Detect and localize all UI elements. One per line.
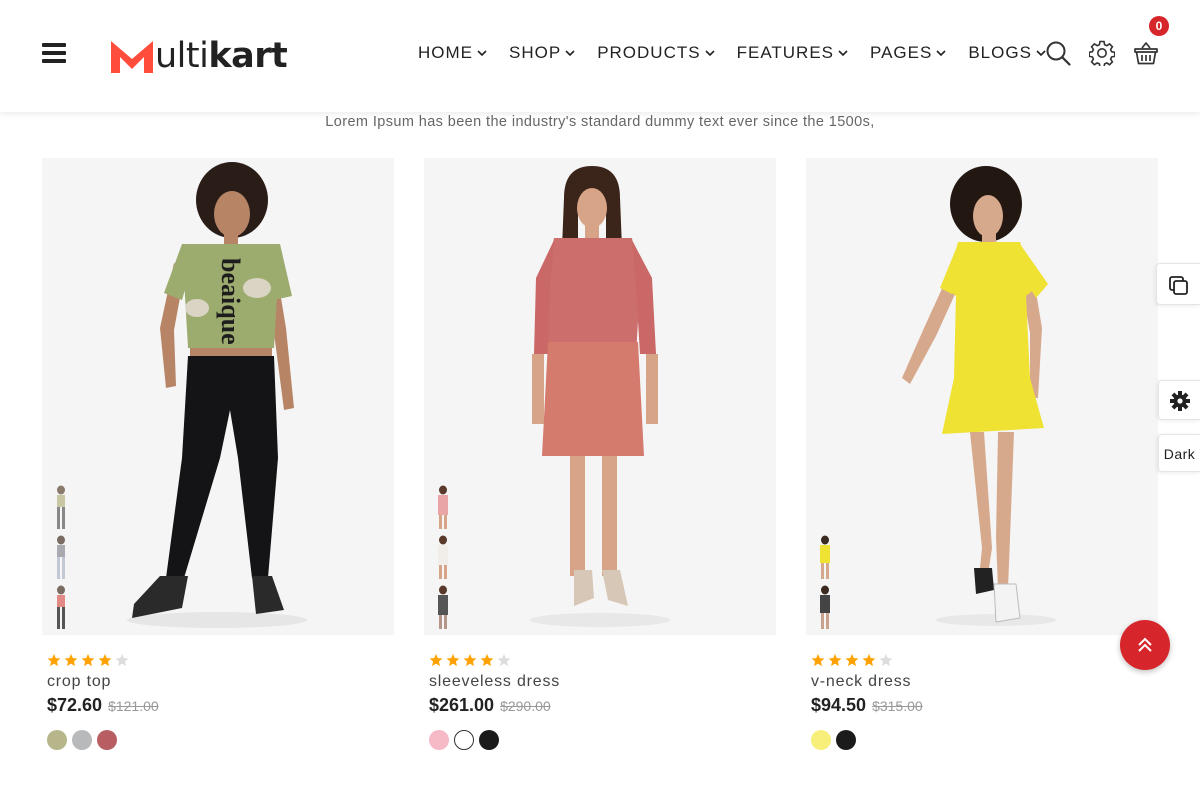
menu-toggle-icon[interactable] (42, 43, 66, 63)
dark-mode-toggle[interactable]: Dark (1158, 434, 1200, 472)
thumbnail-image[interactable] (50, 535, 72, 583)
logo-m-mark (111, 41, 153, 73)
star-filled-icon (47, 653, 61, 667)
star-empty-icon (115, 653, 129, 667)
star-empty-icon (879, 653, 893, 667)
model-photo-crop-top: beaique (127, 162, 307, 628)
product-price: $261.00 (429, 695, 495, 715)
color-swatch[interactable] (479, 730, 499, 750)
site-header: ultikart HOME SHOP PRODUCTS FEATURES PAG… (0, 0, 1200, 112)
search-icon[interactable] (1045, 40, 1071, 66)
color-swatch[interactable] (454, 730, 474, 750)
nav-pages[interactable]: PAGES (870, 43, 946, 63)
main-nav: HOME SHOP PRODUCTS FEATURES PAGES BLOGS (418, 43, 1068, 63)
rating-stars (429, 653, 776, 667)
nav-home[interactable]: HOME (418, 43, 487, 63)
product-old-price: $315.00 (872, 698, 923, 714)
chevron-down-icon (936, 50, 946, 57)
price-row: $261.00 $290.00 (429, 695, 776, 716)
copy-icon (1169, 276, 1188, 295)
settings-gear-icon[interactable] (1089, 40, 1115, 66)
star-filled-icon (429, 653, 443, 667)
nav-label: SHOP (509, 43, 562, 62)
product-card: beaique crop top $72.60 $121.00 (42, 158, 394, 750)
nav-shop[interactable]: SHOP (509, 43, 575, 63)
star-filled-icon (845, 653, 859, 667)
star-filled-icon (828, 653, 842, 667)
price-row: $72.60 $121.00 (47, 695, 394, 716)
product-card: v-neck dress $94.50 $315.00 (806, 158, 1158, 750)
color-swatches (47, 730, 394, 750)
model-photo-sleeveless-dress (530, 166, 670, 627)
nav-label: BLOGS (968, 43, 1032, 62)
star-empty-icon (497, 653, 511, 667)
thumbnail-image[interactable] (432, 485, 454, 533)
color-swatch[interactable] (836, 730, 856, 750)
thumbnail-image[interactable] (814, 585, 836, 633)
thumbnail-image[interactable] (432, 585, 454, 633)
star-filled-icon (446, 653, 460, 667)
product-price: $94.50 (811, 695, 867, 715)
theme-settings-button[interactable] (1158, 380, 1200, 420)
nav-label: HOME (418, 43, 473, 62)
thumbnail-strip (432, 485, 454, 635)
thumbnail-strip (50, 485, 72, 635)
product-old-price: $290.00 (500, 698, 551, 714)
chevron-down-icon (565, 50, 575, 57)
star-filled-icon (811, 653, 825, 667)
product-old-price: $121.00 (108, 698, 159, 714)
thumbnail-image[interactable] (432, 535, 454, 583)
color-swatches (429, 730, 776, 750)
star-filled-icon (98, 653, 112, 667)
color-swatch[interactable] (72, 730, 92, 750)
color-swatch[interactable] (811, 730, 831, 750)
gear-icon (1170, 391, 1190, 411)
rating-stars (811, 653, 1158, 667)
price-row: $94.50 $315.00 (811, 695, 1158, 716)
thumbnail-strip (814, 535, 836, 635)
color-swatch[interactable] (97, 730, 117, 750)
nav-label: PRODUCTS (597, 43, 701, 62)
scroll-to-top-button[interactable] (1120, 620, 1170, 670)
product-image[interactable] (806, 158, 1158, 635)
nav-features[interactable]: FEATURES (737, 43, 848, 63)
nav-label: FEATURES (736, 43, 835, 62)
product-name[interactable]: v-neck dress (811, 673, 1158, 691)
cart-basket-icon[interactable] (1133, 40, 1159, 66)
rating-stars (47, 653, 394, 667)
product-image[interactable] (424, 158, 776, 635)
cart-count-badge: 0 (1149, 16, 1169, 36)
color-swatches (811, 730, 1158, 750)
product-card: sleeveless dress $261.00 $290.00 (424, 158, 776, 750)
product-image[interactable]: beaique (42, 158, 394, 635)
compare-copy-button[interactable] (1156, 263, 1200, 305)
star-filled-icon (480, 653, 494, 667)
nav-blogs[interactable]: BLOGS (968, 43, 1046, 63)
product-name[interactable]: crop top (47, 673, 394, 691)
star-filled-icon (862, 653, 876, 667)
section-tagline: Lorem Ipsum has been the industry's stan… (325, 114, 875, 130)
model-photo-v-neck-dress (902, 166, 1056, 626)
thumbnail-image[interactable] (50, 585, 72, 633)
nav-label: PAGES (870, 43, 933, 62)
chevron-down-icon (838, 50, 848, 57)
logo-text: ultikart (155, 36, 288, 76)
thumbnail-image[interactable] (814, 535, 836, 583)
color-swatch[interactable] (47, 730, 67, 750)
chevron-down-icon (477, 50, 487, 57)
double-chevron-up-icon (1138, 637, 1152, 652)
chevron-down-icon (705, 50, 715, 57)
nav-products[interactable]: PRODUCTS (597, 43, 715, 63)
star-filled-icon (463, 653, 477, 667)
color-swatch[interactable] (429, 730, 449, 750)
svg-text:beaique: beaique (216, 258, 245, 345)
star-filled-icon (64, 653, 78, 667)
product-price: $72.60 (47, 695, 103, 715)
star-filled-icon (81, 653, 95, 667)
product-name[interactable]: sleeveless dress (429, 673, 776, 691)
site-logo[interactable]: ultikart (111, 36, 288, 76)
thumbnail-image[interactable] (50, 485, 72, 533)
